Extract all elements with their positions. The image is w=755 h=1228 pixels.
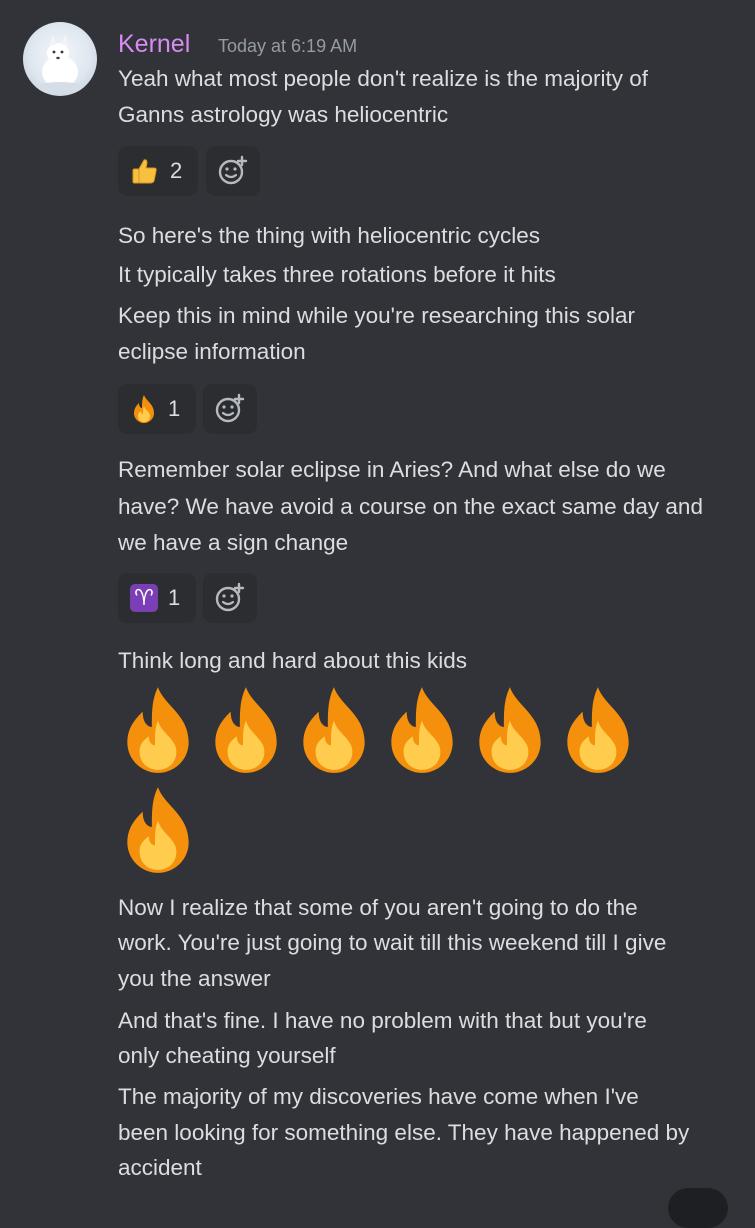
add-reaction-button[interactable] [203,384,257,434]
message-line: we have a sign change [118,530,349,555]
reaction-count: 2 [170,158,183,183]
message-line: you the answer [118,966,271,991]
aries-icon: ♈ [130,584,158,612]
message-line: Ganns astrology was heliocentric [118,102,449,127]
message-line: So here's the thing with heliocentric cy… [118,223,541,248]
message-line: It typically takes three rotations befor… [118,262,556,287]
message-line: work. You're just going to wait till thi… [118,930,667,955]
fire-emoji-row [114,684,642,776]
add-reaction-button[interactable] [206,146,260,196]
arctic-fox-avatar-icon [34,34,86,94]
reaction-thumbs-up[interactable]: 2 [118,146,198,196]
fire-icon [134,395,154,423]
fire-icon [202,684,290,776]
message-line: Think long and hard about this kids [118,648,467,673]
fire-icon [290,684,378,776]
fire-icon [378,684,466,776]
message-line: And that's fine. I have no problem with … [118,1008,647,1033]
reaction-fire[interactable]: 1 [118,384,196,434]
message-line: eclipse information [118,339,306,364]
fire-emoji-row [114,784,202,876]
message-line: accident [118,1155,202,1180]
fire-icon [114,684,202,776]
reaction-aries[interactable]: ♈ 1 [118,573,196,623]
avatar[interactable] [23,22,97,96]
message-line: Keep this in mind while you're researchi… [118,303,636,328]
author-name[interactable]: Kernel [118,30,190,59]
add-emoji-icon [215,582,245,612]
message-line: been looking for something else. They ha… [118,1120,690,1145]
add-emoji-icon [215,393,245,423]
add-emoji-icon [218,155,248,185]
reaction-count: 1 [168,396,181,421]
reaction-count: 1 [168,585,181,610]
thumbs-up-icon [132,159,157,184]
message-line: Remember solar eclipse in Aries? And wha… [118,457,666,482]
scroll-button[interactable] [668,1188,728,1228]
message-line: have? We have avoid a course on the exac… [118,494,703,519]
message-line: Now I realize that some of you aren't go… [118,895,638,920]
fire-icon [554,684,642,776]
fire-icon [466,684,554,776]
add-reaction-button[interactable] [203,573,257,623]
message-line: The majority of my discoveries have come… [118,1084,639,1109]
message-line: only cheating yourself [118,1043,336,1068]
fire-icon [114,784,202,876]
message-line: Yeah what most people don't realize is t… [118,66,649,91]
message-timestamp[interactable]: Today at 6:19 AM [218,36,357,57]
